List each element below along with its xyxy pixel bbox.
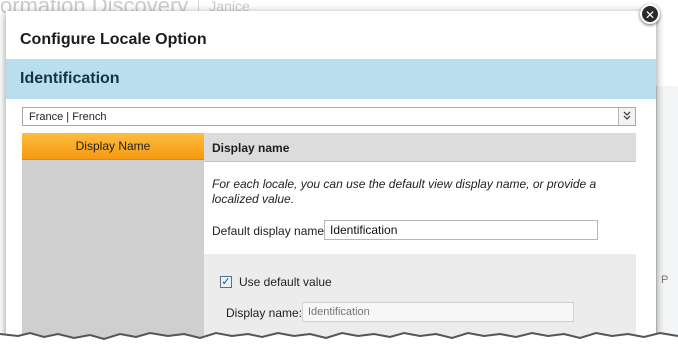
background-right-panel: P <box>656 86 678 346</box>
option-detail-title: Display name <box>212 141 290 155</box>
dialog-title: Configure Locale Option <box>20 31 207 48</box>
default-display-name-field[interactable] <box>324 220 598 240</box>
display-name-label: Display name: <box>226 306 303 320</box>
torn-edge-decoration <box>0 331 678 357</box>
option-list-panel: Display Name <box>22 133 204 349</box>
use-default-checkbox[interactable]: ✓ <box>220 276 232 288</box>
option-item-display-name[interactable]: Display Name <box>22 133 204 160</box>
use-default-label: Use default value <box>239 275 332 289</box>
display-name-field[interactable] <box>302 302 574 322</box>
option-detail-header: Display name <box>204 133 636 162</box>
locale-select-value: France | French <box>29 111 107 123</box>
close-icon[interactable]: ✕ <box>640 4 660 24</box>
option-description: For each locale, you can use the default… <box>212 177 597 206</box>
locale-select[interactable]: France | French <box>22 107 636 126</box>
section-header-band: Identification <box>6 59 656 99</box>
configure-locale-dialog: Configure Locale Option Identification F… <box>6 11 656 349</box>
default-display-name-label: Default display name: <box>212 224 328 238</box>
background-right-stub: P <box>661 274 669 286</box>
section-title: Identification <box>20 70 120 87</box>
double-chevron-down-icon[interactable] <box>618 108 635 125</box>
